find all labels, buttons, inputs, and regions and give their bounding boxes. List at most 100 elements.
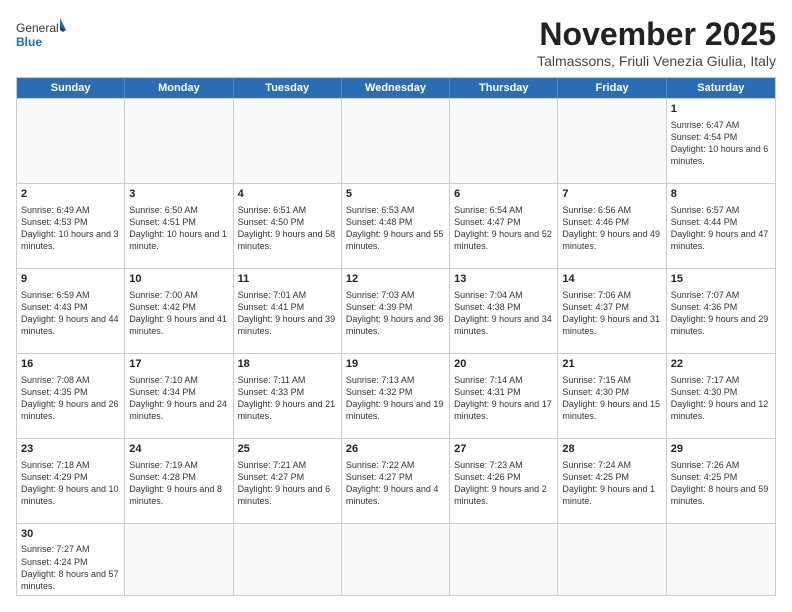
- day-number: 12: [346, 272, 445, 287]
- day-cell-26: 26 Sunrise: 7:22 AM Sunset: 4:27 PM Dayli…: [342, 439, 450, 523]
- day-info: Sunrise: 7:14 AM Sunset: 4:31 PM Dayligh…: [454, 375, 552, 421]
- day-cell-16: 16 Sunrise: 7:08 AM Sunset: 4:35 PM Dayli…: [17, 354, 125, 438]
- logo-svg: General Blue: [16, 16, 66, 60]
- day-cell-22: 22Sunrise: 7:17 AM Sunset: 4:30 PM Dayli…: [667, 354, 775, 438]
- day-cell-21: 21Sunrise: 7:15 AM Sunset: 4:30 PM Dayli…: [558, 354, 666, 438]
- day-cell-empty-0-3: [342, 99, 450, 183]
- day-number: 28: [562, 442, 661, 457]
- day-number: 9: [21, 272, 120, 287]
- day-cell-empty-5-4: [450, 524, 558, 595]
- calendar-week-5: 30 Sunrise: 7:27 AM Sunset: 4:24 PM Dayli…: [17, 523, 775, 595]
- day-info: Sunrise: 7:27 AM Sunset: 4:24 PM Dayligh…: [21, 544, 119, 590]
- day-cell-20: 20 Sunrise: 7:14 AM Sunset: 4:31 PM Dayli…: [450, 354, 558, 438]
- day-info: Sunrise: 7:01 AM Sunset: 4:41 PM Dayligh…: [238, 290, 336, 336]
- day-cell-24: 24Sunrise: 7:19 AM Sunset: 4:28 PM Dayli…: [125, 439, 233, 523]
- day-number: 23: [21, 442, 120, 457]
- day-info: Sunrise: 6:56 AM Sunset: 4:46 PM Dayligh…: [562, 205, 660, 251]
- day-cell-7: 7 Sunrise: 6:56 AM Sunset: 4:46 PM Daylig…: [558, 184, 666, 268]
- page: General Blue November 2025 Talmassons, F…: [0, 0, 792, 612]
- day-info: Sunrise: 7:21 AM Sunset: 4:27 PM Dayligh…: [238, 460, 331, 506]
- day-cell-empty-0-4: [450, 99, 558, 183]
- day-number: 20: [454, 357, 553, 372]
- day-number: 27: [454, 442, 553, 457]
- day-info: Sunrise: 7:06 AM Sunset: 4:37 PM Dayligh…: [562, 290, 660, 336]
- day-info: Sunrise: 7:22 AM Sunset: 4:27 PM Dayligh…: [346, 460, 439, 506]
- day-info: Sunrise: 6:54 AM Sunset: 4:47 PM Dayligh…: [454, 205, 552, 251]
- day-cell-empty-0-2: [234, 99, 342, 183]
- day-info: Sunrise: 7:24 AM Sunset: 4:25 PM Dayligh…: [562, 460, 655, 506]
- day-info: Sunrise: 7:08 AM Sunset: 4:35 PM Dayligh…: [21, 375, 119, 421]
- day-cell-30: 30 Sunrise: 7:27 AM Sunset: 4:24 PM Dayli…: [17, 524, 125, 595]
- header-day-friday: Friday: [558, 78, 666, 98]
- day-number: 26: [346, 442, 445, 457]
- day-number: 16: [21, 357, 120, 372]
- day-number: 30: [21, 527, 120, 542]
- day-info: Sunrise: 7:17 AM Sunset: 4:30 PM Dayligh…: [671, 375, 769, 421]
- day-number: 8: [671, 187, 771, 202]
- day-number: 25: [238, 442, 337, 457]
- day-info: Sunrise: 6:53 AM Sunset: 4:48 PM Dayligh…: [346, 205, 444, 251]
- day-info: Sunrise: 7:07 AM Sunset: 4:36 PM Dayligh…: [671, 290, 769, 336]
- day-cell-18: 18 Sunrise: 7:11 AM Sunset: 4:33 PM Dayli…: [234, 354, 342, 438]
- day-info: Sunrise: 7:18 AM Sunset: 4:29 PM Dayligh…: [21, 460, 119, 506]
- calendar: SundayMondayTuesdayWednesdayThursdayFrid…: [16, 77, 776, 596]
- day-cell-empty-5-2: [234, 524, 342, 595]
- day-cell-15: 15 Sunrise: 7:07 AM Sunset: 4:36 PM Dayli…: [667, 269, 775, 353]
- day-cell-3: 3Sunrise: 6:50 AM Sunset: 4:51 PM Daylig…: [125, 184, 233, 268]
- day-cell-4: 4Sunrise: 6:51 AM Sunset: 4:50 PM Daylig…: [234, 184, 342, 268]
- day-number: 15: [671, 272, 771, 287]
- day-cell-2: 2 Sunrise: 6:49 AM Sunset: 4:53 PM Daylig…: [17, 184, 125, 268]
- day-cell-12: 12 Sunrise: 7:03 AM Sunset: 4:39 PM Dayli…: [342, 269, 450, 353]
- day-number: 17: [129, 357, 228, 372]
- day-number: 29: [671, 442, 771, 457]
- title-block: November 2025 Talmassons, Friuli Venezia…: [537, 16, 776, 69]
- day-info: Sunrise: 7:10 AM Sunset: 4:34 PM Dayligh…: [129, 375, 227, 421]
- header: General Blue November 2025 Talmassons, F…: [16, 16, 776, 69]
- svg-text:Blue: Blue: [16, 35, 42, 49]
- calendar-week-2: 9Sunrise: 6:59 AM Sunset: 4:43 PM Daylig…: [17, 268, 775, 353]
- day-number: 13: [454, 272, 553, 287]
- day-info: Sunrise: 7:19 AM Sunset: 4:28 PM Dayligh…: [129, 460, 222, 506]
- day-cell-empty-0-1: [125, 99, 233, 183]
- day-cell-empty-0-0: [17, 99, 125, 183]
- calendar-header: SundayMondayTuesdayWednesdayThursdayFrid…: [17, 78, 775, 98]
- calendar-week-1: 2 Sunrise: 6:49 AM Sunset: 4:53 PM Daylig…: [17, 183, 775, 268]
- day-cell-11: 11Sunrise: 7:01 AM Sunset: 4:41 PM Dayli…: [234, 269, 342, 353]
- day-number: 10: [129, 272, 228, 287]
- day-cell-empty-5-5: [558, 524, 666, 595]
- day-cell-19: 19Sunrise: 7:13 AM Sunset: 4:32 PM Dayli…: [342, 354, 450, 438]
- day-number: 6: [454, 187, 553, 202]
- day-number: 18: [238, 357, 337, 372]
- calendar-body: 1 Sunrise: 6:47 AM Sunset: 4:54 PM Daylig…: [17, 98, 775, 595]
- day-number: 1: [671, 102, 771, 117]
- calendar-week-4: 23 Sunrise: 7:18 AM Sunset: 4:29 PM Dayli…: [17, 438, 775, 523]
- day-info: Sunrise: 6:50 AM Sunset: 4:51 PM Dayligh…: [129, 205, 227, 251]
- day-info: Sunrise: 7:04 AM Sunset: 4:38 PM Dayligh…: [454, 290, 552, 336]
- day-cell-5: 5Sunrise: 6:53 AM Sunset: 4:48 PM Daylig…: [342, 184, 450, 268]
- location: Talmassons, Friuli Venezia Giulia, Italy: [537, 53, 776, 69]
- day-cell-25: 25 Sunrise: 7:21 AM Sunset: 4:27 PM Dayli…: [234, 439, 342, 523]
- day-number: 7: [562, 187, 661, 202]
- header-day-wednesday: Wednesday: [342, 78, 450, 98]
- day-info: Sunrise: 7:03 AM Sunset: 4:39 PM Dayligh…: [346, 290, 444, 336]
- logo: General Blue: [16, 16, 66, 60]
- day-cell-6: 6 Sunrise: 6:54 AM Sunset: 4:47 PM Daylig…: [450, 184, 558, 268]
- day-info: Sunrise: 6:47 AM Sunset: 4:54 PM Dayligh…: [671, 120, 769, 166]
- header-day-monday: Monday: [125, 78, 233, 98]
- day-number: 2: [21, 187, 120, 202]
- day-cell-28: 28 Sunrise: 7:24 AM Sunset: 4:25 PM Dayli…: [558, 439, 666, 523]
- day-cell-empty-5-6: [667, 524, 775, 595]
- day-info: Sunrise: 7:23 AM Sunset: 4:26 PM Dayligh…: [454, 460, 547, 506]
- day-cell-1: 1 Sunrise: 6:47 AM Sunset: 4:54 PM Daylig…: [667, 99, 775, 183]
- day-cell-14: 14Sunrise: 7:06 AM Sunset: 4:37 PM Dayli…: [558, 269, 666, 353]
- day-info: Sunrise: 7:11 AM Sunset: 4:33 PM Dayligh…: [238, 375, 336, 421]
- day-info: Sunrise: 7:26 AM Sunset: 4:25 PM Dayligh…: [671, 460, 769, 506]
- day-info: Sunrise: 6:49 AM Sunset: 4:53 PM Dayligh…: [21, 205, 119, 251]
- day-cell-empty-5-3: [342, 524, 450, 595]
- calendar-week-0: 1 Sunrise: 6:47 AM Sunset: 4:54 PM Daylig…: [17, 98, 775, 183]
- day-cell-29: 29 Sunrise: 7:26 AM Sunset: 4:25 PM Dayli…: [667, 439, 775, 523]
- day-number: 4: [238, 187, 337, 202]
- day-info: Sunrise: 6:57 AM Sunset: 4:44 PM Dayligh…: [671, 205, 769, 251]
- day-number: 21: [562, 357, 661, 372]
- day-info: Sunrise: 7:13 AM Sunset: 4:32 PM Dayligh…: [346, 375, 444, 421]
